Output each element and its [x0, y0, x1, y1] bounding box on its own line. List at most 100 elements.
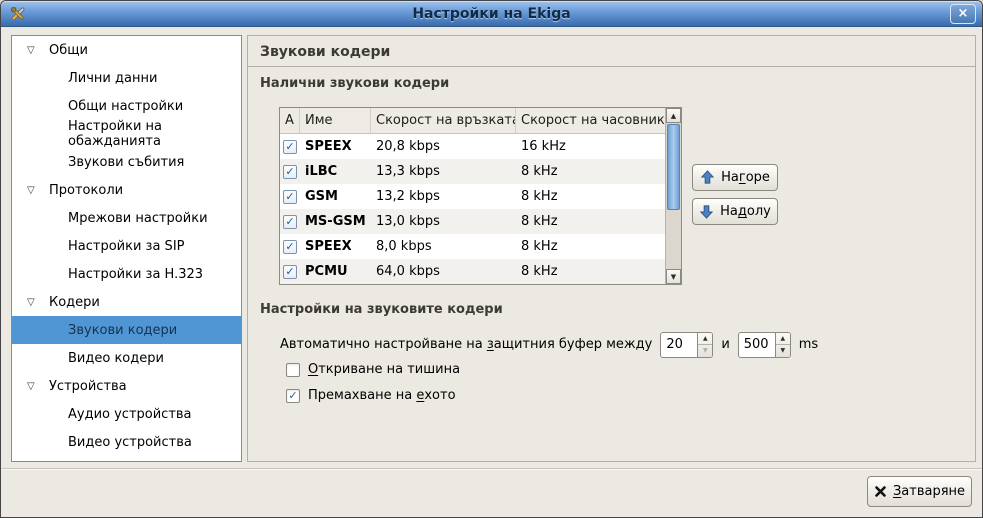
codec-enabled-checkbox[interactable]: ✓ — [283, 215, 297, 229]
column-header-bandwidth[interactable]: Скорост на връзката — [371, 108, 516, 134]
codec-name: MS-GSM — [300, 214, 371, 229]
table-row[interactable]: ✓ PCMU 64,0 kbps 8 kHz — [280, 259, 665, 284]
spin-down-icon[interactable]: ▼ — [776, 344, 790, 357]
sidebar-group-protocols[interactable]: ▽ Протоколи — [12, 176, 241, 204]
codec-bandwidth: 64,0 kbps — [371, 264, 516, 279]
sidebar-item-audio-devices[interactable]: Аудио устройства — [12, 400, 241, 428]
sidebar-item-call-options[interactable]: Настройки на обажданията — [12, 120, 241, 148]
sidebar-item-label: Видео устройства — [68, 435, 192, 450]
sidebar-group-general[interactable]: ▽ Общи — [12, 36, 241, 64]
codec-settings-section-title: Настройки на звуковите кодери — [260, 302, 503, 317]
codec-table-header: A Име Скорост на връзката Скорост на час… — [280, 108, 665, 134]
sidebar-item-label: Мрежови настройки — [68, 211, 208, 226]
sidebar-item-general-settings[interactable]: Общи настройки — [12, 92, 241, 120]
spin-up-icon[interactable]: ▲ — [776, 333, 790, 345]
table-row[interactable]: ✓ GSM 13,2 kbps 8 kHz — [280, 184, 665, 209]
sidebar-item-sound-events[interactable]: Звукови събития — [12, 148, 241, 176]
arrow-down-icon — [699, 204, 714, 219]
codec-enabled-checkbox[interactable]: ✓ — [283, 240, 297, 254]
table-row[interactable]: ✓ MS-GSM 13,0 kbps 8 kHz — [280, 209, 665, 234]
codec-name: iLBC — [300, 164, 371, 179]
close-window-icon[interactable]: × — [950, 4, 976, 24]
sidebar-item-video-devices[interactable]: Видео устройства — [12, 428, 241, 456]
codec-table: A Име Скорост на връзката Скорост на час… — [279, 107, 682, 285]
check-icon: ✓ — [285, 265, 294, 278]
preferences-window: Настройки на Ekiga × ▽ Общи Лични данни … — [0, 0, 983, 518]
sidebar-group-label: Устройства — [49, 379, 127, 394]
column-header-clock-rate[interactable]: Скорост на часовника — [516, 108, 665, 134]
codec-enabled-checkbox[interactable]: ✓ — [283, 265, 297, 279]
silence-detection-checkbox-row[interactable]: ✓ Откриване на тишина — [286, 362, 460, 377]
column-header-name[interactable]: Име — [300, 108, 371, 134]
footer-divider — [1, 468, 982, 469]
codec-bandwidth: 13,0 kbps — [371, 214, 516, 229]
spinner-buttons: ▲ ▼ — [697, 333, 712, 357]
jitter-max-value[interactable]: 500 — [739, 333, 775, 357]
codec-enabled-checkbox[interactable]: ✓ — [283, 165, 297, 179]
preferences-tree: ▽ Общи Лични данни Общи настройки Настро… — [11, 35, 242, 462]
expander-icon[interactable]: ▽ — [27, 297, 49, 308]
sidebar-item-label: Видео кодери — [68, 351, 164, 366]
check-icon: ✓ — [285, 215, 294, 228]
table-row[interactable]: ✓ SPEEX 20,8 kbps 16 kHz — [280, 134, 665, 159]
sidebar-group-label: Протоколи — [49, 183, 123, 198]
page-title: Звукови кодери — [260, 44, 390, 60]
codec-enabled-checkbox[interactable]: ✓ — [283, 190, 297, 204]
table-row[interactable]: ✓ iLBC 13,3 kbps 8 kHz — [280, 159, 665, 184]
move-down-button[interactable]: Надолу — [692, 198, 778, 225]
silence-detection-checkbox[interactable]: ✓ — [286, 363, 300, 377]
codec-bandwidth: 20,8 kbps — [371, 139, 516, 154]
sidebar-item-h323-settings[interactable]: Настройки за H.323 — [12, 260, 241, 288]
scrollbar-thumb[interactable] — [667, 124, 680, 210]
table-scrollbar[interactable]: ▲ ▼ — [665, 108, 681, 284]
codec-enabled-checkbox[interactable]: ✓ — [283, 140, 297, 154]
sidebar-item-video-codecs[interactable]: Видео кодери — [12, 344, 241, 372]
codec-clock-rate: 8 kHz — [516, 264, 665, 279]
echo-cancellation-label: Премахване на ехото — [308, 388, 456, 403]
codec-bandwidth: 8,0 kbps — [371, 239, 516, 254]
move-up-label: Нагоре — [721, 170, 770, 185]
check-icon: ✓ — [288, 389, 297, 402]
sidebar-group-label: Кодери — [49, 295, 100, 310]
scroll-up-icon[interactable]: ▲ — [666, 108, 681, 123]
jitter-min-value[interactable]: 20 — [661, 333, 697, 357]
sidebar-item-audio-codecs[interactable]: Звукови кодери — [12, 316, 241, 344]
sidebar-item-label: Лични данни — [68, 71, 157, 86]
move-up-button[interactable]: Нагоре — [692, 164, 778, 191]
spin-up-icon[interactable]: ▲ — [698, 333, 712, 345]
sidebar-item-network-settings[interactable]: Мрежови настройки — [12, 204, 241, 232]
check-icon: ✓ — [285, 240, 294, 253]
echo-cancellation-checkbox-row[interactable]: ✓ Премахване на ехото — [286, 388, 456, 403]
jitter-max-spinner[interactable]: 500 ▲ ▼ — [738, 332, 791, 358]
expander-icon[interactable]: ▽ — [27, 381, 49, 392]
audio-codecs-page: Звукови кодери Налични звукови кодери A … — [247, 35, 976, 462]
expander-icon[interactable]: ▽ — [27, 185, 49, 196]
sidebar-group-codecs[interactable]: ▽ Кодери — [12, 288, 241, 316]
sidebar-group-devices[interactable]: ▽ Устройства — [12, 372, 241, 400]
window-title: Настройки на Ekiga — [1, 6, 982, 22]
spin-down-icon[interactable]: ▼ — [698, 344, 712, 357]
sidebar-group-label: Общи — [49, 43, 88, 58]
codec-clock-rate: 8 kHz — [516, 239, 665, 254]
jitter-buffer-label: Автоматично настройване на защитния буфе… — [280, 337, 652, 352]
check-icon: ✓ — [285, 190, 294, 203]
arrow-up-icon — [700, 170, 715, 185]
table-row[interactable]: ✓ SPEEX 8,0 kbps 8 kHz — [280, 234, 665, 259]
scroll-down-icon[interactable]: ▼ — [666, 269, 681, 284]
close-dialog-button[interactable]: Затваряне — [867, 476, 972, 507]
sidebar-item-sip-settings[interactable]: Настройки за SIP — [12, 232, 241, 260]
column-header-active[interactable]: A — [280, 108, 300, 134]
titlebar[interactable]: Настройки на Ekiga × — [1, 1, 982, 27]
jitter-conjunction-label: и — [721, 337, 729, 352]
sidebar-item-label: Звукови събития — [68, 155, 184, 170]
check-icon: ✓ — [285, 165, 294, 178]
available-codecs-section-title: Налични звукови кодери — [260, 76, 449, 91]
echo-cancellation-checkbox[interactable]: ✓ — [286, 389, 300, 403]
codec-bandwidth: 13,3 kbps — [371, 164, 516, 179]
sidebar-item-personal-data[interactable]: Лични данни — [12, 64, 241, 92]
codec-name: SPEEX — [300, 239, 371, 254]
expander-icon[interactable]: ▽ — [27, 45, 49, 56]
codec-clock-rate: 16 kHz — [516, 139, 665, 154]
codec-bandwidth: 13,2 kbps — [371, 189, 516, 204]
jitter-min-spinner[interactable]: 20 ▲ ▼ — [660, 332, 713, 358]
